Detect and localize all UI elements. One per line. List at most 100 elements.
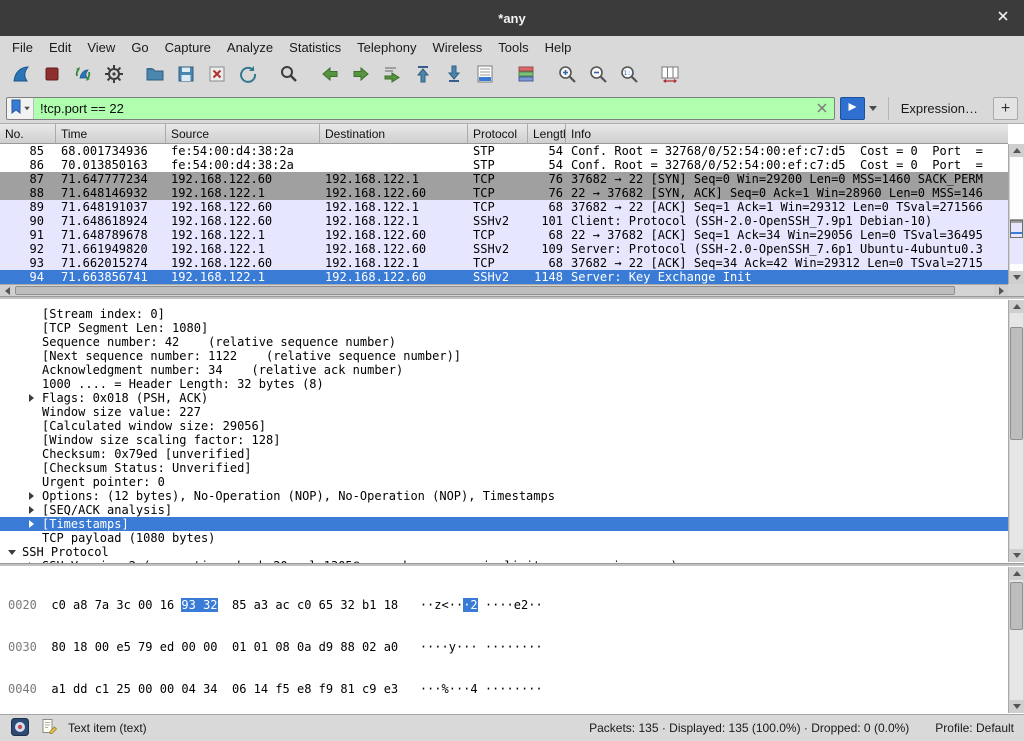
menu-go[interactable]: Go (123, 38, 156, 57)
packet-row[interactable]: 9371.662015274192.168.122.60192.168.122.… (0, 256, 1008, 270)
menu-telephony[interactable]: Telephony (349, 38, 424, 57)
menu-capture[interactable]: Capture (157, 38, 219, 57)
expression-button[interactable]: Expression… (888, 97, 988, 120)
open-file-button[interactable] (139, 61, 170, 91)
zoom-out-button[interactable] (582, 61, 613, 91)
save-file-button[interactable] (170, 61, 201, 91)
detail-row[interactable]: [Stream index: 0] (0, 307, 1008, 321)
scroll-up-button[interactable] (1009, 567, 1024, 580)
detail-row[interactable]: SSH Protocol (0, 545, 1008, 559)
packet-row[interactable]: 8871.648146932192.168.122.1192.168.122.6… (0, 186, 1008, 200)
detail-row[interactable]: Sequence number: 42 (relative sequence n… (0, 335, 1008, 349)
go-to-packet-button[interactable] (376, 61, 407, 91)
hex-row[interactable]: 0020 c0 a8 7a 3c 00 16 93 32 85 a3 ac c0… (8, 598, 1024, 612)
resize-columns-button[interactable] (654, 61, 685, 91)
expert-info-button[interactable] (10, 718, 30, 738)
scrollbar-handle[interactable] (15, 286, 955, 295)
scrollbar-handle[interactable] (1010, 327, 1023, 440)
expander-icon[interactable] (29, 520, 34, 528)
details-vertical-scrollbar[interactable] (1008, 300, 1024, 562)
filter-bookmark-button[interactable] (7, 98, 34, 119)
profile-status[interactable]: Profile: Default (935, 721, 1014, 735)
column-header-no[interactable]: No. (0, 124, 56, 143)
detail-row[interactable]: SSH Version 2 (encryption:chacha20-poly1… (0, 559, 1008, 563)
packet-minimap[interactable] (1010, 157, 1023, 271)
expander-icon[interactable] (29, 506, 34, 514)
detail-row[interactable]: [TCP Segment Len: 1080] (0, 321, 1008, 335)
close-file-button[interactable] (201, 61, 232, 91)
packet-row[interactable]: 8771.647777234192.168.122.60192.168.122.… (0, 172, 1008, 186)
zoom-in-button[interactable] (551, 61, 582, 91)
detail-row[interactable]: [Checksum Status: Unverified] (0, 461, 1008, 475)
detail-row[interactable]: [Window size scaling factor: 128] (0, 433, 1008, 447)
filter-apply-button[interactable] (840, 97, 865, 120)
scroll-down-button[interactable] (1009, 271, 1024, 284)
detail-row[interactable]: Urgent pointer: 0 (0, 475, 1008, 489)
packet-list-horizontal-scrollbar[interactable] (0, 284, 1008, 296)
capture-comment-button[interactable] (39, 718, 59, 738)
detail-row[interactable]: Window size value: 227 (0, 405, 1008, 419)
normal-size-button[interactable]: 1:1 (613, 61, 644, 91)
start-capture-button[interactable] (5, 61, 36, 91)
go-first-packet-button[interactable] (407, 61, 438, 91)
restart-capture-button[interactable] (67, 61, 98, 91)
packet-row[interactable]: 8670.013850163fe:54:00:d4:38:2aSTP54Conf… (0, 158, 1008, 172)
scroll-up-button[interactable] (1009, 144, 1024, 157)
go-back-button[interactable] (314, 61, 345, 91)
detail-row[interactable]: [Next sequence number: 1122 (relative se… (0, 349, 1008, 363)
detail-row-selected[interactable]: [Timestamps] (0, 517, 1008, 531)
filter-clear-button[interactable] (810, 98, 834, 119)
expander-open-icon[interactable] (8, 550, 16, 555)
column-header-length[interactable]: Length (528, 124, 566, 143)
column-header-source[interactable]: Source (166, 124, 320, 143)
detail-row[interactable]: Flags: 0x018 (PSH, ACK) (0, 391, 1008, 405)
menu-help[interactable]: Help (537, 38, 580, 57)
detail-row[interactable]: Acknowledgment number: 34 (relative ack … (0, 363, 1008, 377)
scroll-down-button[interactable] (1009, 700, 1024, 713)
filter-history-dropdown[interactable] (865, 97, 881, 120)
scroll-right-button[interactable] (994, 285, 1008, 296)
menu-edit[interactable]: Edit (41, 38, 79, 57)
display-filter-field[interactable]: !tcp.port == 22 (6, 97, 835, 120)
colorize-button[interactable] (510, 61, 541, 91)
expander-icon[interactable] (29, 562, 34, 563)
menu-view[interactable]: View (79, 38, 123, 57)
detail-row[interactable]: [Calculated window size: 29056] (0, 419, 1008, 433)
scroll-up-button[interactable] (1009, 300, 1024, 313)
horizontal-scroll-track[interactable] (14, 285, 994, 296)
scrollbar-handle[interactable] (1010, 582, 1023, 630)
capture-options-button[interactable] (98, 61, 129, 91)
add-filter-button[interactable]: + (993, 97, 1018, 120)
scroll-left-button[interactable] (0, 285, 14, 296)
packet-row[interactable]: 9271.661949820192.168.122.1192.168.122.6… (0, 242, 1008, 256)
column-header-protocol[interactable]: Protocol (468, 124, 528, 143)
packet-row-selected[interactable]: 9471.663856741192.168.122.1192.168.122.6… (0, 270, 1008, 284)
menu-file[interactable]: File (4, 38, 41, 57)
detail-row[interactable]: [SEQ/ACK analysis] (0, 503, 1008, 517)
auto-scroll-button[interactable] (469, 61, 500, 91)
packet-row[interactable]: 8568.001734936fe:54:00:d4:38:2aSTP54Conf… (0, 144, 1008, 158)
detail-row[interactable]: TCP payload (1080 bytes) (0, 531, 1008, 545)
hex-row[interactable]: 0040 a1 dd c1 25 00 00 04 34 06 14 f5 e8… (8, 682, 1024, 696)
packet-row[interactable]: 9071.648618924192.168.122.60192.168.122.… (0, 214, 1008, 228)
menu-statistics[interactable]: Statistics (281, 38, 349, 57)
hex-row[interactable]: 0030 80 18 00 e5 79 ed 00 00 01 01 08 0a… (8, 640, 1024, 654)
detail-row[interactable]: Options: (12 bytes), No-Operation (NOP),… (0, 489, 1008, 503)
window-close-button[interactable] (990, 5, 1016, 31)
expander-icon[interactable] (29, 394, 34, 402)
detail-row[interactable]: Checksum: 0x79ed [unverified] (0, 447, 1008, 461)
bytes-vertical-scrollbar[interactable] (1008, 567, 1024, 713)
scroll-down-button[interactable] (1009, 549, 1024, 562)
expander-icon[interactable] (29, 492, 34, 500)
display-filter-input[interactable]: !tcp.port == 22 (34, 101, 810, 116)
column-header-info[interactable]: Info (566, 124, 1008, 143)
packet-row[interactable]: 9171.648789678192.168.122.1192.168.122.6… (0, 228, 1008, 242)
column-header-destination[interactable]: Destination (320, 124, 468, 143)
scrollbar-handle[interactable] (1010, 220, 1023, 238)
find-packet-button[interactable] (273, 61, 304, 91)
detail-row[interactable]: 1000 .... = Header Length: 32 bytes (8) (0, 377, 1008, 391)
go-last-packet-button[interactable] (438, 61, 469, 91)
menu-tools[interactable]: Tools (490, 38, 536, 57)
packet-list-vertical-scrollbar[interactable] (1008, 144, 1024, 284)
scroll-track[interactable] (1010, 580, 1023, 700)
